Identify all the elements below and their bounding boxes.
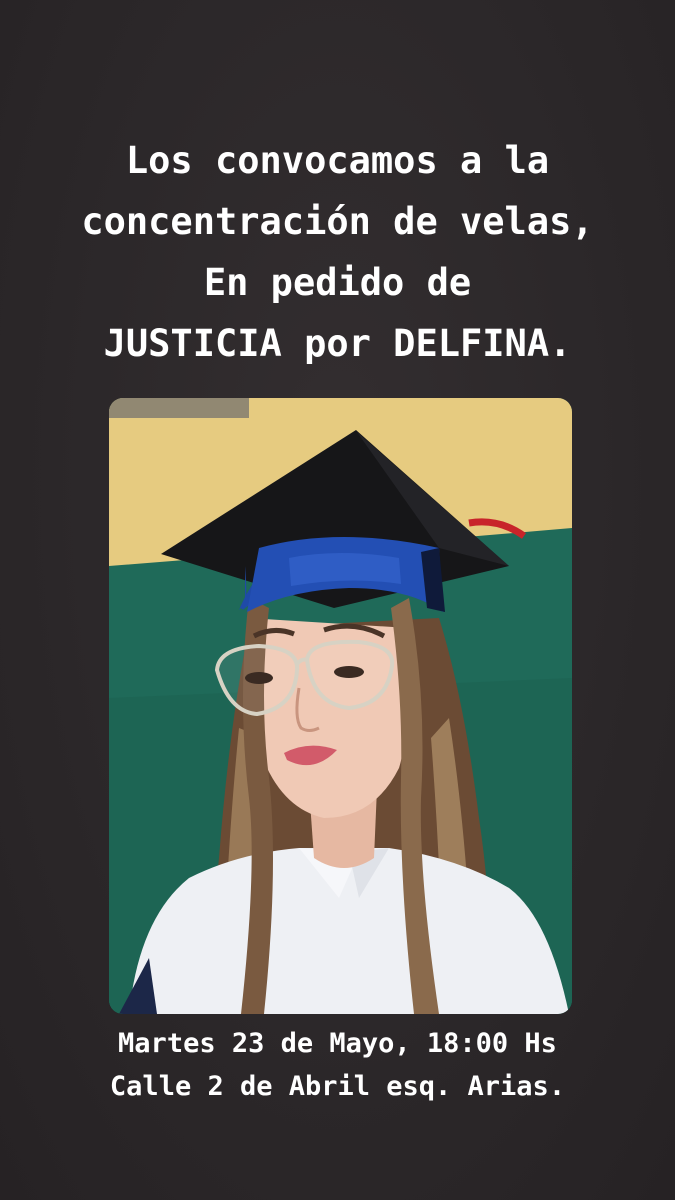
event-details: Martes 23 de Mayo, 18:00 Hs Calle 2 de A…	[0, 1022, 675, 1108]
event-date-time: Martes 23 de Mayo, 18:00 Hs	[118, 1028, 557, 1059]
headline-line-4: JUSTICIA por DELFINA.	[103, 322, 572, 365]
story-background: Los convocamos a la concentración de vel…	[0, 0, 675, 1200]
headline-line-1: Los convocamos a la	[125, 139, 550, 182]
event-location: Calle 2 de Abril esq. Arias.	[109, 1071, 566, 1102]
headline-line-3: En pedido de	[203, 261, 472, 304]
wall-shadow	[109, 398, 249, 418]
headline-line-2: concentración de velas,	[81, 200, 594, 243]
portrait-photo	[109, 398, 572, 1014]
headline: Los convocamos a la concentración de vel…	[0, 130, 675, 374]
portrait-illustration	[109, 398, 572, 1014]
